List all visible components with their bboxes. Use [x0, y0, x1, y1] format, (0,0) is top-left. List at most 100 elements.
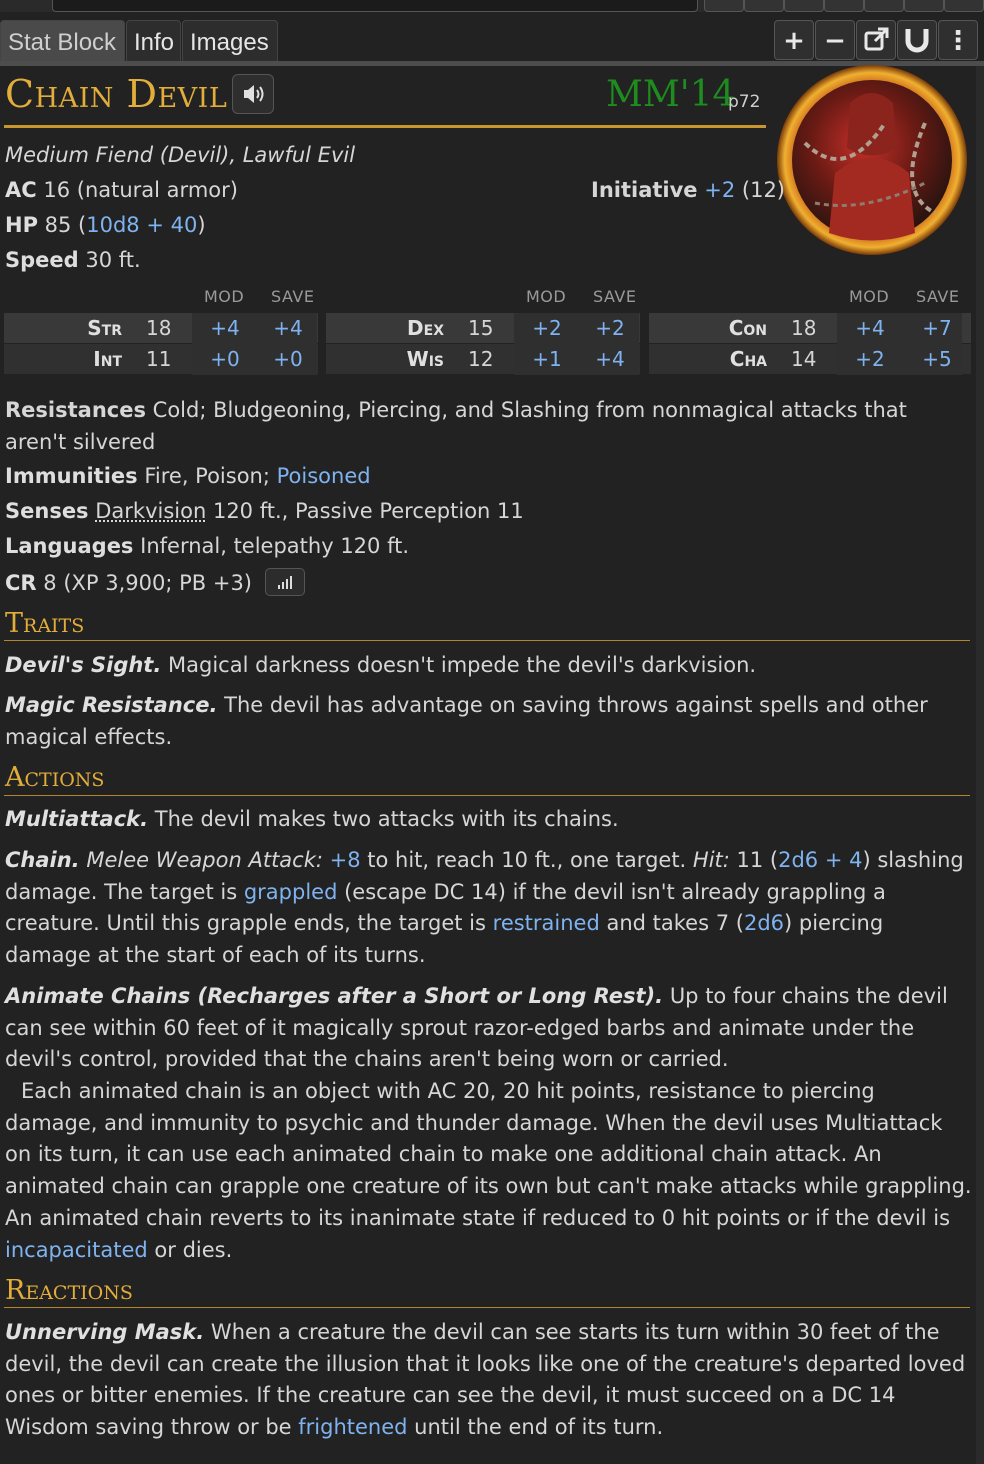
restrained-link[interactable]: restrained [493, 911, 600, 935]
ability-save-roll[interactable]: +4 [258, 316, 318, 340]
toolbar-button[interactable] [864, 0, 904, 12]
trait-name: Devil's Sight. [5, 653, 162, 677]
languages-value: Infernal, telepathy 120 ft. [140, 534, 410, 558]
ability-row-cha: Cha 14 +2 +5 [649, 344, 971, 375]
resistances-label: Resistances [5, 398, 146, 422]
languages: Languages Infernal, telepathy 120 ft. [5, 534, 409, 558]
source-link[interactable]: MM'14 [606, 74, 735, 115]
action-text: The devil makes two attacks with its cha… [148, 807, 619, 831]
cr-scaler-icon[interactable] [264, 568, 305, 596]
ac-value: 16 (natural armor) [43, 178, 238, 202]
damage-roll[interactable]: 2d6 + 4 [778, 848, 862, 872]
initiative-roll[interactable]: +2 [704, 178, 735, 202]
name-divider [4, 125, 766, 128]
cr-label: CR [5, 571, 37, 595]
action-animate-chains: Animate Chains (Recharges after a Short … [5, 981, 973, 1076]
poisoned-link[interactable]: Poisoned [277, 464, 371, 488]
initiative: Initiative +2 (12) [591, 178, 785, 202]
ability-save-roll[interactable]: +7 [907, 316, 967, 340]
search-field[interactable] [52, 0, 698, 12]
reaction-unnerving-mask: Unnerving Mask. When a creature the devi… [5, 1317, 973, 1444]
ability-save-roll[interactable]: +4 [580, 347, 640, 371]
ability-score: 11 [146, 347, 172, 371]
mod-header: MOD [204, 287, 245, 306]
trait-name: Magic Resistance. [5, 693, 218, 717]
plus-icon[interactable]: + [774, 20, 814, 60]
hit-points: HP 85 (10d8 + 40) [5, 213, 206, 237]
ac-label: AC [5, 178, 37, 202]
tab-stat-block[interactable]: Stat Block [0, 20, 125, 62]
toolbar-button[interactable] [824, 0, 864, 12]
magnet-icon[interactable] [897, 20, 937, 60]
tab-images[interactable]: Images [182, 20, 278, 62]
armor-class: AC 16 (natural armor) [5, 178, 238, 202]
grappled-link[interactable]: grappled [244, 880, 338, 904]
scrollbar[interactable] [976, 66, 984, 1464]
tab-info[interactable]: Info [126, 20, 181, 62]
resistances-value: Cold; Bludgeoning, Piercing, and Slashin… [152, 398, 907, 422]
toolbar-button[interactable] [944, 0, 984, 12]
ability-mod-roll[interactable]: +2 [517, 316, 577, 340]
hp-label: HP [5, 213, 38, 237]
senses-value: 120 ft., Passive Perception 11 [206, 499, 524, 523]
ability-mod-roll[interactable]: +2 [840, 347, 900, 371]
speed-value: 30 ft. [85, 248, 141, 272]
toolbar-button[interactable] [704, 0, 744, 12]
ability-mod-roll[interactable]: +1 [517, 347, 577, 371]
minus-icon[interactable]: − [815, 20, 855, 60]
senses: Senses Darkvision 120 ft., Passive Perce… [5, 499, 524, 523]
mod-header: MOD [849, 287, 890, 306]
ability-name: Dex [407, 316, 444, 340]
ability-score: 12 [468, 347, 494, 371]
ability-save-roll[interactable]: +0 [258, 347, 318, 371]
ability-save-roll[interactable]: +5 [907, 347, 967, 371]
trait-text: Magical darkness doesn't impede the devi… [161, 653, 757, 677]
hit-label: Hit: [692, 848, 730, 872]
monster-portrait[interactable] [775, 63, 969, 257]
attack-type: Melee Weapon Attack: [86, 848, 323, 872]
frightened-link[interactable]: frightened [298, 1415, 407, 1439]
action-name: Multiattack. [5, 807, 149, 831]
chain-text: 11 ( [729, 848, 779, 872]
reaction-name: Unnerving Mask. [5, 1320, 205, 1344]
senses-label: Senses [5, 499, 89, 523]
challenge-rating: CR 8 (XP 3,900; PB +3) [5, 568, 305, 598]
ability-row-int: Int 11 +0 +0 [4, 344, 318, 375]
ability-row-wis: Wis 12 +1 +4 [326, 344, 640, 375]
darkvision-link[interactable]: Darkvision [95, 499, 206, 523]
damage-roll[interactable]: 2d6 [744, 911, 784, 935]
cr-value: 8 (XP 3,900; PB +3) [43, 571, 252, 595]
immunities-label: Immunities [5, 464, 138, 488]
popout-icon[interactable] [856, 20, 896, 60]
ability-save-roll[interactable]: +2 [580, 316, 640, 340]
action-chain: Chain. Melee Weapon Attack: +8 to hit, r… [5, 845, 973, 972]
reaction-text: until the end of its turn. [407, 1415, 664, 1440]
hp-formula-roll[interactable]: 10d8 + 40 [86, 213, 197, 237]
toolbar-button[interactable] [784, 0, 824, 12]
ability-score: 18 [791, 316, 817, 340]
ability-mod-roll[interactable]: +4 [840, 316, 900, 340]
mod-header: MOD [526, 287, 567, 306]
save-header: SAVE [271, 287, 315, 306]
ability-score: 14 [791, 347, 817, 371]
more-vertical-icon[interactable]: ⋮ [938, 20, 978, 60]
resistances-value-cont: aren't silvered [5, 429, 156, 454]
incapacitated-link[interactable]: incapacitated [5, 1238, 148, 1262]
ability-name: Con [728, 316, 767, 340]
reactions-divider [4, 1307, 970, 1308]
initiative-label: Initiative [591, 178, 698, 202]
ability-name: Str [87, 316, 122, 340]
toolbar-button[interactable] [904, 0, 944, 12]
traits-divider [4, 640, 970, 641]
to-hit-roll[interactable]: +8 [330, 848, 361, 872]
immunities: Immunities Fire, Poison; Poisoned [5, 464, 371, 488]
ability-mod-roll[interactable]: +0 [195, 347, 255, 371]
ability-mod-roll[interactable]: +4 [195, 316, 255, 340]
toolbar-button[interactable] [744, 0, 784, 12]
ability-name: Int [93, 347, 122, 371]
speaker-icon[interactable] [232, 74, 274, 114]
save-header: SAVE [593, 287, 637, 306]
ability-name: Cha [729, 347, 767, 371]
ability-row-con: Con 18 +4 +7 [649, 313, 971, 344]
action-text: Each animated chain is an object with AC… [5, 1079, 972, 1230]
